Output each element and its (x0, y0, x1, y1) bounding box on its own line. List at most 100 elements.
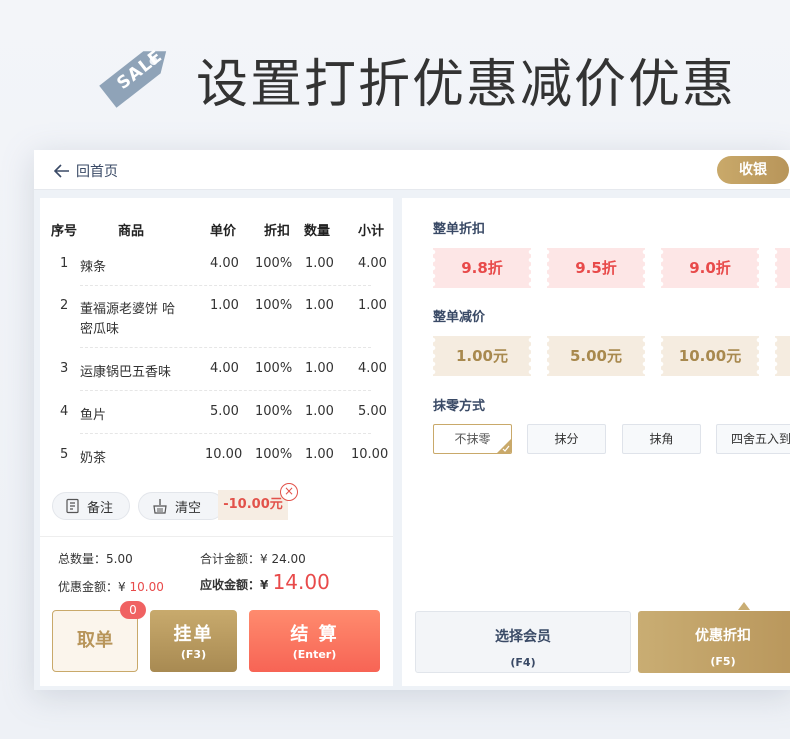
row-name: 董福源老婆饼 哈 (80, 302, 176, 317)
discount-amount: 优惠金额：¥ 10.00 (58, 578, 164, 595)
row-name: 奶茶 (80, 451, 107, 466)
whole-discount-title: 整单折扣 (433, 222, 486, 237)
row-discount: 100% (255, 298, 293, 313)
summary-divider (40, 536, 393, 537)
note-label: 备注 (87, 500, 114, 516)
row-subtotal: 5.00 (358, 404, 387, 419)
rounding-title: 抹零方式 (433, 399, 486, 414)
hold-order-button[interactable]: 挂单 (F3) (150, 610, 237, 672)
retrieve-order-button[interactable]: 取单 (52, 610, 138, 672)
reduce-option[interactable]: 10.00元 (661, 336, 759, 376)
row-discount: 100% (255, 447, 293, 462)
cart-table-header: 序号 商品 单价 折扣 数量 小计 (40, 220, 393, 240)
col-subtotal: 小计 (358, 224, 385, 239)
select-member-label: 选择会员 (495, 629, 551, 645)
col-item: 商品 (118, 224, 145, 239)
col-no: 序号 (51, 224, 78, 239)
row-name: 运康锅巴五香味 (80, 365, 172, 380)
whole-reduce-title: 整单减价 (433, 310, 486, 325)
rounding-round-half[interactable]: 四舍五入到 (716, 424, 790, 454)
reduce-option[interactable]: 5.00元 (547, 336, 645, 376)
col-discount: 折扣 (264, 224, 291, 239)
row-no: 4 (60, 404, 69, 419)
table-row[interactable]: 2 董福源老婆饼 哈 密瓜味 1.00 100% 1.00 1.00 (40, 286, 393, 348)
amount-due: 应收金额：¥ 14.00 (200, 570, 330, 594)
rounding-cent[interactable]: 抹分 (527, 424, 606, 454)
rounding-none-label: 不抹零 (454, 432, 491, 446)
row-subtotal: 4.00 (358, 361, 387, 376)
discount-amount-value: 10.00 (129, 580, 164, 594)
row-no: 1 (60, 256, 69, 271)
promo-discount-button[interactable]: 优惠折扣 (F5) (638, 611, 790, 673)
back-home-button[interactable]: 回首页 (54, 161, 118, 181)
total-amount: 合计金额：¥ 24.00 (200, 550, 306, 567)
remove-discount-icon[interactable]: × (280, 483, 298, 501)
col-qty: 数量 (304, 224, 331, 239)
checkout-button[interactable]: 结 算 (Enter) (249, 610, 380, 672)
row-subtotal: 4.00 (358, 256, 387, 271)
row-name: 鱼片 (80, 408, 107, 423)
table-row[interactable]: 5 奶茶 10.00 100% 1.00 10.00 (40, 434, 393, 477)
promo-panel: 整单折扣 9.8折 9.5折 9.0折 整单减价 1.00元 5.00元 10.… (402, 198, 790, 686)
row-price: 4.00 (210, 256, 239, 271)
row-subtotal: 10.00 (351, 447, 389, 462)
hold-order-shortcut: (F3) (180, 648, 207, 661)
row-qty: 1.00 (305, 447, 334, 462)
row-discount: 100% (255, 404, 293, 419)
note-button[interactable]: 备注 (52, 492, 130, 520)
total-amount-value: ¥ 24.00 (260, 552, 306, 566)
arrow-left-icon (54, 164, 69, 178)
back-home-label: 回首页 (76, 164, 118, 180)
cart-panel: 序号 商品 单价 折扣 数量 小计 1 辣条 4.00 100% 1.00 4.… (40, 198, 393, 686)
cashier-tab[interactable]: 收银 (717, 156, 789, 184)
checkout-label: 结 算 (290, 624, 339, 645)
discount-option[interactable]: 9.5折 (547, 248, 645, 288)
col-price: 单价 (210, 224, 237, 239)
pos-window: 回首页 收银 序号 商品 单价 折扣 数量 小计 1 辣条 4.00 100% … (34, 150, 790, 690)
applied-discount-chip: -10.00元 (218, 490, 288, 520)
row-discount: 100% (255, 256, 293, 271)
row-price: 1.00 (210, 298, 239, 313)
broom-icon (153, 499, 167, 514)
note-icon (66, 498, 79, 514)
row-name-line2: 密瓜味 (80, 322, 120, 337)
reduce-option[interactable]: 1.00元 (433, 336, 531, 376)
row-qty: 1.00 (305, 404, 334, 419)
checkout-shortcut: (Enter) (292, 648, 337, 661)
discount-option[interactable]: 9.0折 (661, 248, 759, 288)
rounding-jiao[interactable]: 抹角 (622, 424, 701, 454)
total-qty-label: 总数量： (58, 552, 107, 566)
row-discount: 100% (255, 361, 293, 376)
promo-discount-shortcut: (F5) (710, 655, 736, 668)
row-price: 10.00 (205, 447, 243, 462)
selected-corner-icon (497, 439, 511, 453)
row-qty: 1.00 (305, 361, 334, 376)
total-qty: 总数量：5.00 (58, 550, 133, 567)
clear-button[interactable]: 清空 (138, 492, 224, 520)
row-name: 辣条 (80, 260, 107, 275)
discount-amount-label: 优惠金额： (58, 580, 119, 594)
rounding-none[interactable]: 不抹零 (433, 424, 512, 454)
clear-label: 清空 (175, 500, 202, 516)
row-no: 2 (60, 298, 69, 313)
table-row[interactable]: 4 鱼片 5.00 100% 1.00 5.00 (40, 391, 393, 434)
row-subtotal: 1.00 (358, 298, 387, 313)
select-member-button[interactable]: 选择会员 (F4) (415, 611, 631, 673)
total-amount-label: 合计金额： (200, 552, 261, 566)
hold-order-label: 挂单 (173, 624, 214, 645)
discount-option[interactable]: 9.8折 (433, 248, 531, 288)
row-price: 5.00 (210, 404, 239, 419)
reduce-option-partial[interactable] (775, 336, 790, 376)
discount-option-partial[interactable] (775, 248, 790, 288)
headline-title: 设置打折优惠减价优惠 (196, 55, 737, 115)
table-row[interactable]: 1 辣条 4.00 100% 1.00 4.00 (40, 248, 393, 286)
row-price: 4.00 (210, 361, 239, 376)
row-qty: 1.00 (305, 298, 334, 313)
due-currency: ¥ (260, 578, 269, 592)
row-qty: 1.00 (305, 256, 334, 271)
total-qty-value: 5.00 (106, 552, 133, 566)
row-no: 5 (60, 447, 69, 462)
pending-orders-badge: 0 (120, 601, 146, 619)
table-row[interactable]: 3 运康锅巴五香味 4.00 100% 1.00 4.00 (40, 348, 393, 391)
active-tab-caret (738, 602, 750, 610)
